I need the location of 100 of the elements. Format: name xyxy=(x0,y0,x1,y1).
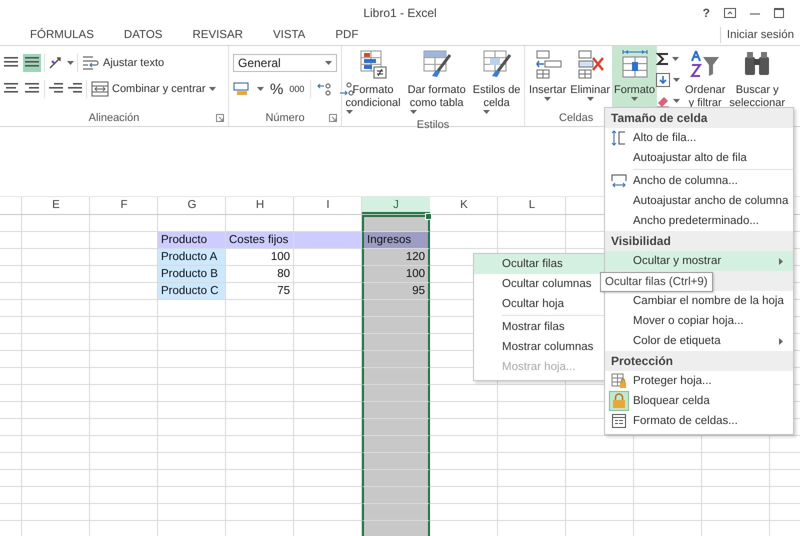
eraser-icon[interactable] xyxy=(656,94,670,108)
table-cell xyxy=(362,334,430,351)
ribbon-button[interactable]: Formato condicional xyxy=(344,46,403,119)
table-cell: 120 xyxy=(362,249,430,266)
caret-icon xyxy=(673,99,680,103)
table-cell: 75 xyxy=(226,283,294,300)
caret-icon xyxy=(325,61,332,65)
caret-icon xyxy=(586,97,594,101)
caret-icon xyxy=(346,110,353,114)
menu-item[interactable]: Mostrar columnas xyxy=(474,337,605,357)
menu-item[interactable]: Mostrar filas xyxy=(474,317,605,337)
caret-icon xyxy=(410,110,417,114)
column-header[interactable]: H xyxy=(226,197,294,214)
thousands-button[interactable]: 000 xyxy=(289,84,304,94)
caret-icon xyxy=(208,87,216,91)
group-label: Número xyxy=(265,112,305,124)
merge-center-button[interactable]: Combinar y centrar xyxy=(90,79,217,99)
caret-icon xyxy=(544,97,552,101)
table-cell xyxy=(294,232,362,249)
wrap-text-button[interactable]: Ajustar texto xyxy=(81,53,166,73)
table-format-icon xyxy=(422,49,452,79)
menu-item[interactable]: Ancho predeterminado... xyxy=(605,211,793,231)
table-cell xyxy=(362,436,430,453)
format-cells-icon xyxy=(612,414,626,428)
table-cell xyxy=(362,419,430,436)
menu-item[interactable]: Ancho de columna... xyxy=(605,171,793,191)
ribbon-button[interactable]: Eliminar xyxy=(568,46,612,110)
fill-handle[interactable] xyxy=(425,213,432,220)
table-cell xyxy=(362,368,430,385)
orientation-icon[interactable] xyxy=(48,56,64,70)
maximize-icon[interactable] xyxy=(774,8,784,18)
dialog-launcher-icon[interactable] xyxy=(329,114,337,122)
conditional-format-icon xyxy=(358,49,388,79)
ribbon-tab[interactable]: VISTA xyxy=(272,29,306,41)
menu-item[interactable]: Mover o copiar hoja... xyxy=(605,311,793,331)
ribbon-button[interactable]: Estilos de celda xyxy=(470,46,522,119)
menu-section-header: Protección xyxy=(605,351,793,371)
menu-item[interactable]: Ocultar hoja xyxy=(474,294,605,314)
submenu-arrow-icon xyxy=(779,258,783,264)
table-cell: Producto A xyxy=(158,249,226,266)
caret-icon xyxy=(631,97,638,101)
menu-item[interactable]: Ocultar y mostrar xyxy=(605,251,793,271)
increase-decimal-icon[interactable] xyxy=(317,82,334,96)
table-cell xyxy=(362,504,430,521)
ribbon-tab[interactable]: REVISAR xyxy=(192,29,243,41)
menu-item[interactable]: Color de etiqueta xyxy=(605,331,793,351)
ribbon-display-icon[interactable] xyxy=(724,8,736,18)
menu-item[interactable]: Proteger hoja... xyxy=(605,371,793,391)
menu-section-header: Visibilidad xyxy=(605,231,793,251)
group-label: Alineación xyxy=(88,112,140,124)
column-header[interactable]: F xyxy=(90,197,158,214)
menu-item[interactable]: Bloquear celda xyxy=(605,391,793,411)
help-button[interactable]: ? xyxy=(702,6,710,20)
column-header[interactable]: K xyxy=(430,197,498,214)
accounting-format-icon[interactable] xyxy=(233,82,251,96)
sort-filter-icon xyxy=(690,49,720,79)
table-cell: Producto xyxy=(158,232,226,249)
ribbon-button[interactable]: Formato xyxy=(612,46,657,110)
table-cell xyxy=(362,351,430,368)
ribbon-tab[interactable]: PDF xyxy=(335,29,358,41)
menu-item[interactable]: Cambiar el nombre de la hoja xyxy=(605,291,793,311)
table-cell xyxy=(362,453,430,470)
table-cell xyxy=(362,487,430,504)
column-header[interactable]: E xyxy=(22,197,90,214)
sum-icon[interactable] xyxy=(656,52,670,66)
wrap-text-icon xyxy=(82,55,100,71)
menu-item[interactable]: Alto de fila... xyxy=(605,128,793,148)
column-header[interactable]: I xyxy=(294,197,362,214)
number-format-dropdown[interactable]: General xyxy=(233,54,337,72)
format-cells-icon xyxy=(620,49,650,79)
menu-section-header: Tamaño de celda xyxy=(605,108,793,128)
table-cell xyxy=(362,300,430,317)
align-button[interactable] xyxy=(23,54,41,72)
ribbon-button[interactable]: Insertar xyxy=(527,46,568,110)
padlock-icon xyxy=(612,393,626,409)
table-cell: 95 xyxy=(362,283,430,300)
menu-item[interactable]: Formato de celdas... xyxy=(605,411,793,431)
table-cell: 100 xyxy=(362,266,430,283)
ribbon-tab[interactable]: FÓRMULAS xyxy=(30,29,94,41)
group-label: Estilos xyxy=(416,119,450,131)
ribbon-button[interactable]: Dar formato como tabla xyxy=(406,46,468,119)
sign-in-link[interactable]: Iniciar sesión xyxy=(720,27,800,43)
merge-icon xyxy=(91,81,109,97)
column-header[interactable]: L xyxy=(498,197,566,214)
dialog-launcher-icon[interactable] xyxy=(216,114,224,122)
fill-down-icon[interactable] xyxy=(656,73,670,87)
table-cell xyxy=(362,317,430,334)
protect-sheet-icon xyxy=(611,373,627,389)
menu-item[interactable]: Ocultar filas xyxy=(474,254,605,274)
table-cell: Ingresos xyxy=(362,232,430,249)
menu-item[interactable]: Autoajustar ancho de columna xyxy=(605,191,793,211)
column-header[interactable]: J xyxy=(362,197,430,214)
table-cell: 100 xyxy=(226,249,294,266)
column-header[interactable]: G xyxy=(158,197,226,214)
caret-icon xyxy=(672,57,679,61)
ribbon-tab[interactable]: DATOS xyxy=(124,29,162,41)
menu-item[interactable]: Autoajustar alto de fila xyxy=(605,148,793,168)
percent-button[interactable]: % xyxy=(270,80,284,98)
table-cell: Producto C xyxy=(158,283,226,300)
group-label: Celdas xyxy=(559,112,594,124)
